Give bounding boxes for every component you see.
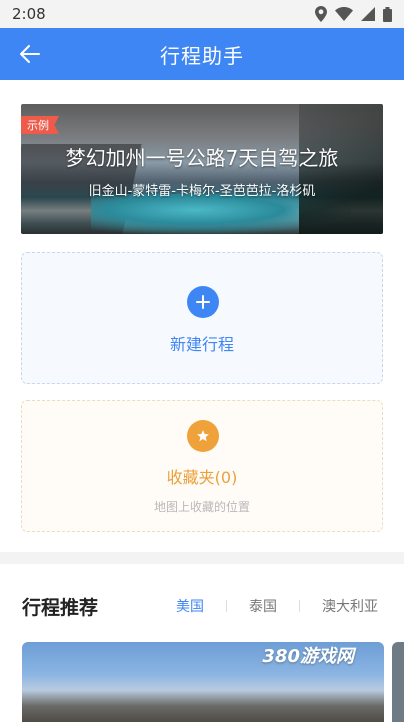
tab-thailand[interactable]: 泰国 xyxy=(249,596,277,616)
wifi-icon xyxy=(335,7,353,21)
recommend-title: 行程推荐 xyxy=(22,597,99,619)
signal-icon xyxy=(361,7,375,21)
section-divider xyxy=(0,552,404,564)
status-icons xyxy=(315,6,392,22)
battery-icon xyxy=(383,6,392,22)
favorites-label: 收藏夹(0) xyxy=(166,468,238,487)
app-bar: 行程助手 xyxy=(0,28,404,80)
arrow-left-icon xyxy=(20,45,40,63)
plus-icon xyxy=(187,286,219,318)
example-trip-card[interactable]: 示例 梦幻加州一号公路7天自驾之旅 旧金山-蒙特雷-卡梅尔-圣芭芭拉-洛杉矶 xyxy=(21,104,383,234)
hero-title: 梦幻加州一号公路7天自驾之旅 xyxy=(65,146,339,170)
star-icon xyxy=(187,420,219,452)
back-button[interactable] xyxy=(14,38,46,70)
example-badge: 示例 xyxy=(21,116,59,134)
new-trip-label: 新建行程 xyxy=(169,335,234,354)
tab-separator xyxy=(299,600,300,612)
tab-separator xyxy=(226,600,227,612)
hero-subtitle: 旧金山-蒙特雷-卡梅尔-圣芭芭拉-洛杉矶 xyxy=(88,184,316,199)
location-icon xyxy=(315,6,327,22)
watermark-logo: 380游戏网 xyxy=(262,646,354,667)
recommend-next-card[interactable] xyxy=(392,642,404,722)
page-title: 行程助手 xyxy=(160,43,244,68)
status-time: 2:08 xyxy=(12,5,46,23)
tab-usa[interactable]: 美国 xyxy=(176,596,204,616)
status-bar: 2:08 xyxy=(0,0,404,28)
favorites-sub: 地图上收藏的位置 xyxy=(153,500,250,514)
recommend-tabs: 美国 泰国 澳大利亚 xyxy=(176,596,378,616)
tab-australia[interactable]: 澳大利亚 xyxy=(322,596,378,616)
favorites-card[interactable]: 收藏夹(0) 地图上收藏的位置 xyxy=(21,400,383,532)
recommend-trip-card[interactable]: 380游戏网 xyxy=(22,642,384,722)
new-trip-card[interactable]: 新建行程 xyxy=(21,252,383,384)
